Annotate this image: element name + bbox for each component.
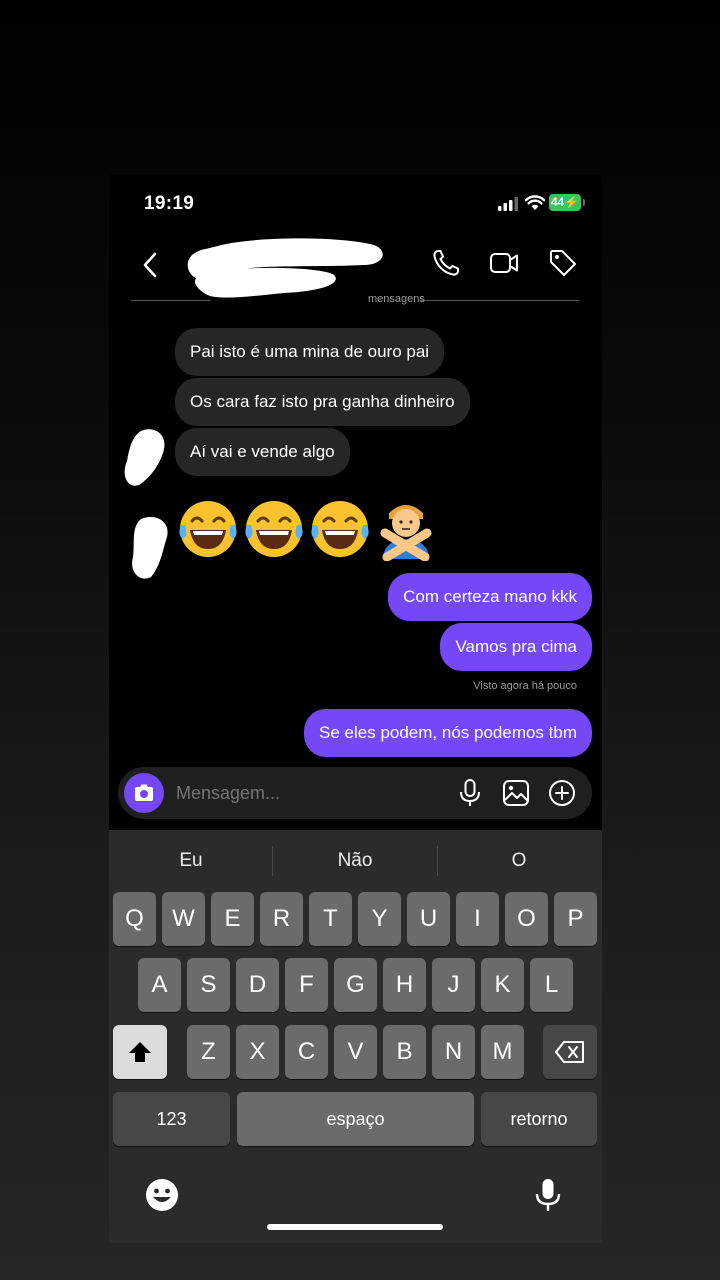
message-input[interactable] [176,767,426,819]
key-j[interactable]: J [432,958,475,1012]
status-bar: 19:19 44⚡ [109,175,602,231]
emoji-message[interactable] [175,497,439,561]
key-q[interactable]: Q [113,892,156,946]
tears-of-joy-emoji-icon [311,501,369,557]
incoming-message[interactable]: Pai isto é uma mina de ouro pai [175,328,445,376]
emoji-keyboard-icon[interactable] [144,1177,180,1213]
key-d[interactable]: D [236,958,279,1012]
suggestion-item[interactable]: O [437,830,601,892]
tears-of-joy-emoji-icon [179,501,237,557]
gallery-icon[interactable] [501,778,531,808]
incoming-message[interactable]: Aí vai e vende algo [175,428,350,476]
key-g[interactable]: G [334,958,377,1012]
backspace-key[interactable] [543,1025,597,1079]
return-key[interactable]: retorno [481,1092,597,1146]
key-v[interactable]: V [334,1025,377,1079]
key-k[interactable]: K [481,958,524,1012]
key-l[interactable]: L [530,958,573,1012]
suggestion-item[interactable]: Eu [109,830,273,892]
camera-icon [135,784,153,801]
history-divider: mensagens [131,293,579,307]
back-chevron-icon[interactable] [137,249,165,281]
divider-line-right [421,300,579,301]
key-x[interactable]: X [236,1025,279,1079]
key-i[interactable]: I [456,892,499,946]
keyboard: Eu Não O Q W E R T Y U I O P A S D F G H… [109,830,602,1243]
key-s[interactable]: S [187,958,230,1012]
phone-screen: 19:19 44⚡ mensagens Pai isto é uma mina … [109,175,602,1243]
key-o[interactable]: O [505,892,548,946]
key-f[interactable]: F [285,958,328,1012]
shift-arrow-icon [129,1042,151,1062]
outgoing-message[interactable]: Se eles podem, nós podemos tbm [304,709,592,757]
redacted-avatar [132,517,168,579]
key-e[interactable]: E [211,892,254,946]
charging-bolt-icon: ⚡ [564,195,580,209]
incoming-message[interactable]: Os cara faz isto pra ganha dinheiro [175,378,470,426]
battery-indicator: 44⚡ [549,194,585,211]
phone-call-icon[interactable] [431,248,461,278]
key-t[interactable]: T [309,892,352,946]
add-circle-icon[interactable] [547,778,577,808]
chat-header [109,231,602,301]
seen-status: Visto agora há pouco [473,680,577,692]
video-call-icon[interactable] [489,248,519,278]
battery-level: 44 [550,195,565,209]
tag-icon[interactable] [548,248,578,278]
outgoing-message[interactable]: Vamos pra cima [440,623,592,671]
key-b[interactable]: B [383,1025,426,1079]
man-gesturing-no-emoji-icon [380,505,432,561]
redacted-avatar [124,429,165,486]
message-composer [118,767,592,819]
key-c[interactable]: C [285,1025,328,1079]
key-m[interactable]: M [481,1025,524,1079]
key-p[interactable]: P [554,892,597,946]
space-key[interactable]: espaço [237,1092,474,1146]
home-indicator[interactable] [267,1224,443,1230]
numbers-key[interactable]: 123 [113,1092,230,1146]
status-time: 19:19 [144,193,195,214]
key-u[interactable]: U [407,892,450,946]
key-n[interactable]: N [432,1025,475,1079]
shift-key[interactable] [113,1025,167,1079]
key-z[interactable]: Z [187,1025,230,1079]
key-h[interactable]: H [383,958,426,1012]
key-r[interactable]: R [260,892,303,946]
outgoing-message[interactable]: Com certeza mano kkk [388,573,592,621]
suggestion-bar: Eu Não O [109,830,602,892]
dictation-microphone-icon[interactable] [530,1177,566,1213]
key-w[interactable]: W [162,892,205,946]
backspace-icon [555,1041,584,1063]
camera-button[interactable] [124,773,164,813]
key-y[interactable]: Y [358,892,401,946]
cellular-signal-icon [498,197,518,211]
suggestion-item[interactable]: Não [273,830,437,892]
tears-of-joy-emoji-icon [245,501,303,557]
divider-label: mensagens [368,293,425,305]
divider-line-left [131,300,211,301]
key-a[interactable]: A [138,958,181,1012]
wifi-icon [525,195,545,210]
microphone-icon[interactable] [455,778,485,808]
